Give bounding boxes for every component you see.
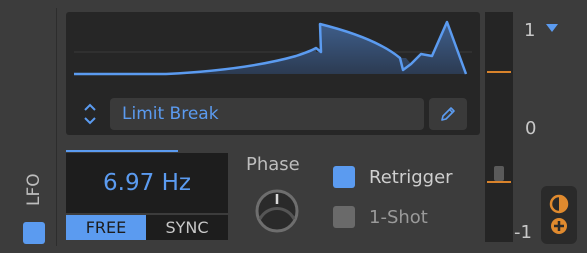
scale-mid-value: 0	[525, 118, 537, 139]
lfo-enable-toggle[interactable]	[23, 222, 45, 244]
retrigger-option[interactable]: Retrigger	[333, 165, 453, 189]
frequency-indicator	[66, 150, 178, 152]
sync-mode-button[interactable]: SYNC	[146, 215, 228, 240]
scale-bottom-value: -1	[514, 222, 532, 243]
up-down-chevron-icon	[84, 103, 96, 125]
pencil-icon	[441, 107, 455, 121]
lfo-title: LFO	[24, 173, 44, 207]
dropdown-arrow-icon[interactable]	[546, 24, 558, 32]
slider-handle[interactable]	[494, 166, 504, 181]
preset-name-field[interactable]: Limit Break	[110, 98, 424, 130]
one-shot-checkbox[interactable]	[333, 206, 355, 228]
frequency-value[interactable]: 6.97 Hz	[66, 153, 228, 213]
free-mode-button[interactable]: FREE	[66, 215, 146, 240]
phase-knob[interactable]	[252, 186, 302, 236]
preset-stepper[interactable]	[74, 98, 106, 130]
lfo-device: LFO Limit Break 6.97 Hz FREE SYNC Phase …	[0, 0, 587, 253]
slider-value-marker	[487, 181, 511, 183]
waveform-display	[74, 20, 472, 76]
phase-label: Phase	[246, 154, 300, 175]
plus-circle-icon	[551, 218, 567, 234]
depth-slider-track[interactable]	[485, 12, 513, 242]
preset-selector: Limit Break	[74, 98, 472, 130]
retrigger-label: Retrigger	[369, 166, 453, 188]
waveform-panel: Limit Break	[66, 12, 480, 135]
one-shot-label: 1-Shot	[369, 206, 428, 228]
edit-preset-button[interactable]	[429, 98, 467, 130]
retrigger-checkbox[interactable]	[333, 166, 355, 188]
half-circle-icon	[549, 194, 569, 214]
scale-top-value[interactable]: 1	[524, 20, 535, 41]
modulation-icons	[549, 194, 569, 234]
one-shot-option[interactable]: 1-Shot	[333, 205, 428, 229]
frequency-control: 6.97 Hz FREE SYNC	[66, 150, 228, 240]
divider	[56, 8, 57, 246]
modulation-button[interactable]	[541, 186, 577, 244]
slider-range-marker	[487, 71, 511, 73]
